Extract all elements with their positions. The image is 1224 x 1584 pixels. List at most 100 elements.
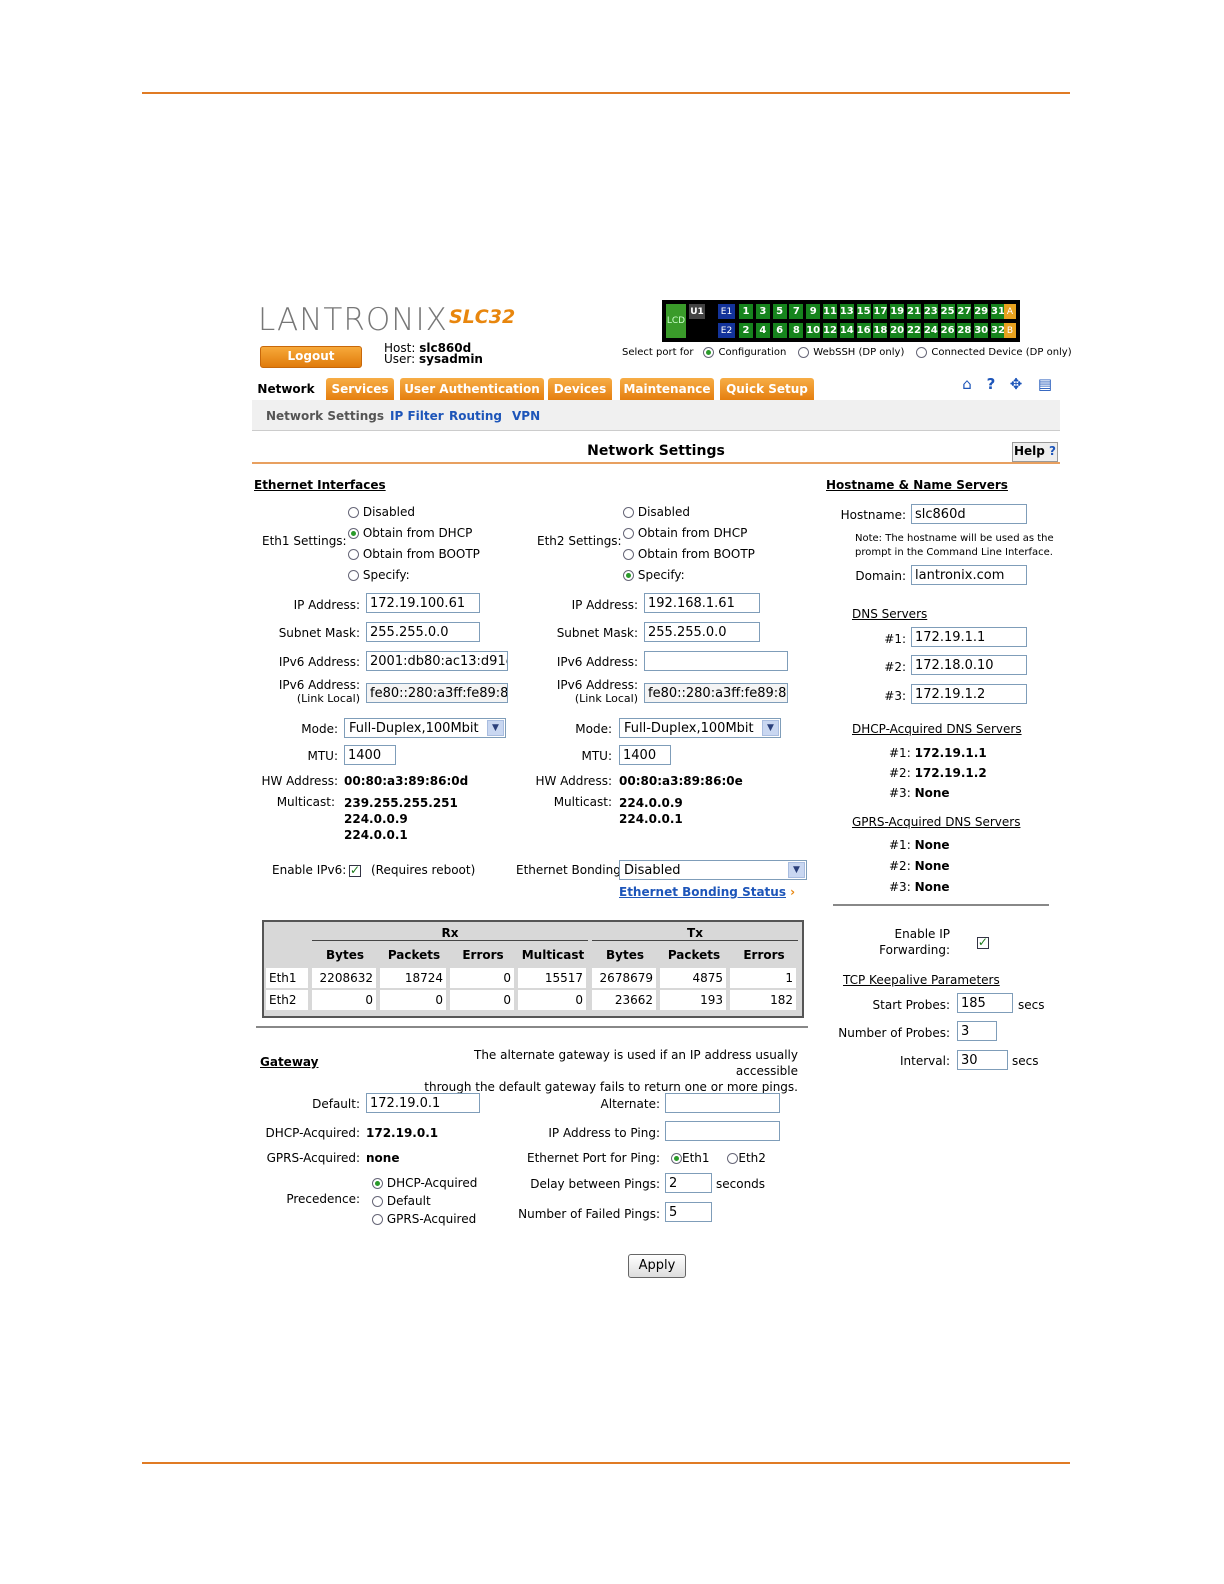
dns-2-input[interactable]: 172.18.0.10 xyxy=(911,655,1027,675)
port-cell[interactable]: 32 xyxy=(991,323,1005,338)
tab-quick-setup[interactable]: Quick Setup xyxy=(720,378,814,400)
port-cell[interactable]: 19 xyxy=(890,304,905,319)
enable-ipv6-checkbox[interactable] xyxy=(349,863,361,877)
b-port[interactable]: B xyxy=(1004,323,1016,338)
eth1-dhcp-radio[interactable] xyxy=(348,528,359,539)
print-page-icon[interactable]: ▤ xyxy=(1036,375,1054,393)
domain-input[interactable]: lantronix.com xyxy=(911,565,1027,585)
subnav-network-settings[interactable]: Network Settings xyxy=(266,409,384,423)
help-button[interactable]: Help ? xyxy=(1012,442,1058,462)
eth2-bootp-radio[interactable] xyxy=(623,549,634,560)
eth1-mode-select[interactable]: Full-Duplex,100Mbit ▼ xyxy=(344,718,506,738)
failed-pings-input[interactable]: 5 xyxy=(665,1202,712,1222)
port-cell[interactable]: 8 xyxy=(789,323,804,338)
eth1-specify-radio[interactable] xyxy=(348,570,359,581)
port-cell[interactable]: 13 xyxy=(839,304,854,319)
dhcp-dns-value: 172.19.1.1 xyxy=(914,746,987,760)
u1-port[interactable]: U1 xyxy=(689,304,705,319)
eth1-bootp-radio[interactable] xyxy=(348,549,359,560)
port-cell[interactable]: 1 xyxy=(739,304,753,319)
site-map-icon[interactable]: ✥ xyxy=(1007,375,1025,393)
ethernet-bonding-status-link[interactable]: Ethernet Bonding Status › xyxy=(619,885,795,899)
port-cell[interactable]: 22 xyxy=(907,323,921,338)
eth2-specify-radio[interactable] xyxy=(623,570,634,581)
port-cell[interactable]: 9 xyxy=(806,304,821,319)
hostname-input[interactable]: slc860d xyxy=(911,504,1027,524)
port-cell[interactable]: 14 xyxy=(839,323,854,338)
tab-user-authentication[interactable]: User Authentication xyxy=(400,378,544,400)
port-cell[interactable]: 21 xyxy=(907,304,921,319)
precedence-gprs-radio[interactable] xyxy=(372,1214,383,1225)
subnav-vpn[interactable]: VPN xyxy=(512,409,540,423)
port-cell[interactable]: 27 xyxy=(957,304,972,319)
ping-ip-input[interactable] xyxy=(665,1121,780,1141)
precedence-default-radio[interactable] xyxy=(372,1196,383,1207)
tab-maintenance[interactable]: Maintenance xyxy=(620,378,714,400)
precedence-dhcp-radio[interactable] xyxy=(372,1178,383,1189)
port-cell[interactable]: 10 xyxy=(806,323,821,338)
subnav-ip-filter[interactable]: IP Filter xyxy=(390,409,444,423)
ip-forwarding-checkbox[interactable] xyxy=(976,935,989,949)
port-cell[interactable]: 7 xyxy=(789,304,804,319)
port-cell[interactable]: 5 xyxy=(772,304,787,319)
dns-3-input[interactable]: 172.19.1.2 xyxy=(911,684,1027,704)
eth2-dhcp-radio[interactable] xyxy=(623,528,634,539)
dns-1-input[interactable]: 172.19.1.1 xyxy=(911,627,1027,647)
ping-port-eth1-radio[interactable] xyxy=(671,1153,682,1164)
start-probes-input[interactable]: 185 xyxy=(957,993,1013,1013)
lantronix-logo: LANTRONIX xyxy=(258,302,448,338)
port-cell[interactable]: 6 xyxy=(772,323,787,338)
ping-port-eth2-radio[interactable] xyxy=(727,1153,739,1164)
tab-devices[interactable]: Devices xyxy=(548,378,612,400)
subnav-routing[interactable]: Routing xyxy=(449,409,502,423)
config-radio[interactable] xyxy=(703,347,715,358)
logout-button[interactable]: Logout xyxy=(260,346,362,368)
eth2-mtu-input[interactable]: 1400 xyxy=(619,745,671,765)
webssh-radio[interactable] xyxy=(798,347,810,358)
lcd-port[interactable]: LCD xyxy=(666,304,686,338)
port-cell[interactable]: 25 xyxy=(940,304,955,319)
eth1-mtu-input[interactable]: 1400 xyxy=(344,745,396,765)
eth1-subnet-input[interactable]: 255.255.0.0 xyxy=(366,622,480,642)
port-cell[interactable]: 28 xyxy=(957,323,972,338)
port-cell[interactable]: 4 xyxy=(755,323,770,338)
port-cell[interactable]: 17 xyxy=(873,304,888,319)
eth2-subnet-input[interactable]: 255.255.0.0 xyxy=(644,622,760,642)
port-cell[interactable]: 11 xyxy=(823,304,837,319)
port-cell[interactable]: 12 xyxy=(823,323,837,338)
eth1-disabled-radio[interactable] xyxy=(348,507,359,518)
port-cell[interactable]: 26 xyxy=(940,323,955,338)
gateway-default-input[interactable]: 172.19.0.1 xyxy=(366,1093,480,1113)
apply-button[interactable]: Apply xyxy=(628,1254,686,1278)
eth2-ipv6-input[interactable] xyxy=(644,651,788,671)
port-cell[interactable]: 23 xyxy=(923,304,938,319)
port-cell[interactable]: 30 xyxy=(974,323,989,338)
eth1-ip-input[interactable]: 172.19.100.61 xyxy=(366,593,480,613)
port-cell[interactable]: 2 xyxy=(739,323,753,338)
port-cell[interactable]: 3 xyxy=(755,304,770,319)
e1-port[interactable]: E1 xyxy=(718,304,735,319)
eth2-ip-input[interactable]: 192.168.1.61 xyxy=(644,593,760,613)
port-cell[interactable]: 31 xyxy=(991,304,1005,319)
interval-input[interactable]: 30 xyxy=(957,1050,1008,1070)
eth1-ipv6-input[interactable]: 2001:db80:ac13:d91e xyxy=(366,651,508,671)
home-icon[interactable]: ⌂ xyxy=(958,375,976,393)
tab-network[interactable]: Network xyxy=(252,378,320,400)
e2-port[interactable]: E2 xyxy=(718,323,735,338)
ethernet-bonding-select[interactable]: Disabled ▼ xyxy=(619,860,807,880)
ping-delay-input[interactable]: 2 xyxy=(665,1173,712,1193)
eth2-disabled-radio[interactable] xyxy=(623,507,634,518)
port-cell[interactable]: 20 xyxy=(890,323,905,338)
port-cell[interactable]: 24 xyxy=(923,323,938,338)
num-probes-input[interactable]: 3 xyxy=(957,1021,997,1041)
alternate-gateway-input[interactable] xyxy=(665,1093,780,1113)
port-cell[interactable]: 29 xyxy=(974,304,989,319)
port-cell[interactable]: 18 xyxy=(873,323,888,338)
eth2-mode-select[interactable]: Full-Duplex,100Mbit ▼ xyxy=(619,718,781,738)
connected-device-radio[interactable] xyxy=(916,347,928,358)
tab-services[interactable]: Services xyxy=(326,378,394,400)
port-cell[interactable]: 15 xyxy=(856,304,871,319)
port-cell[interactable]: 16 xyxy=(856,323,871,338)
help-question-icon[interactable]: ? xyxy=(982,375,1000,393)
a-port[interactable]: A xyxy=(1004,304,1016,319)
